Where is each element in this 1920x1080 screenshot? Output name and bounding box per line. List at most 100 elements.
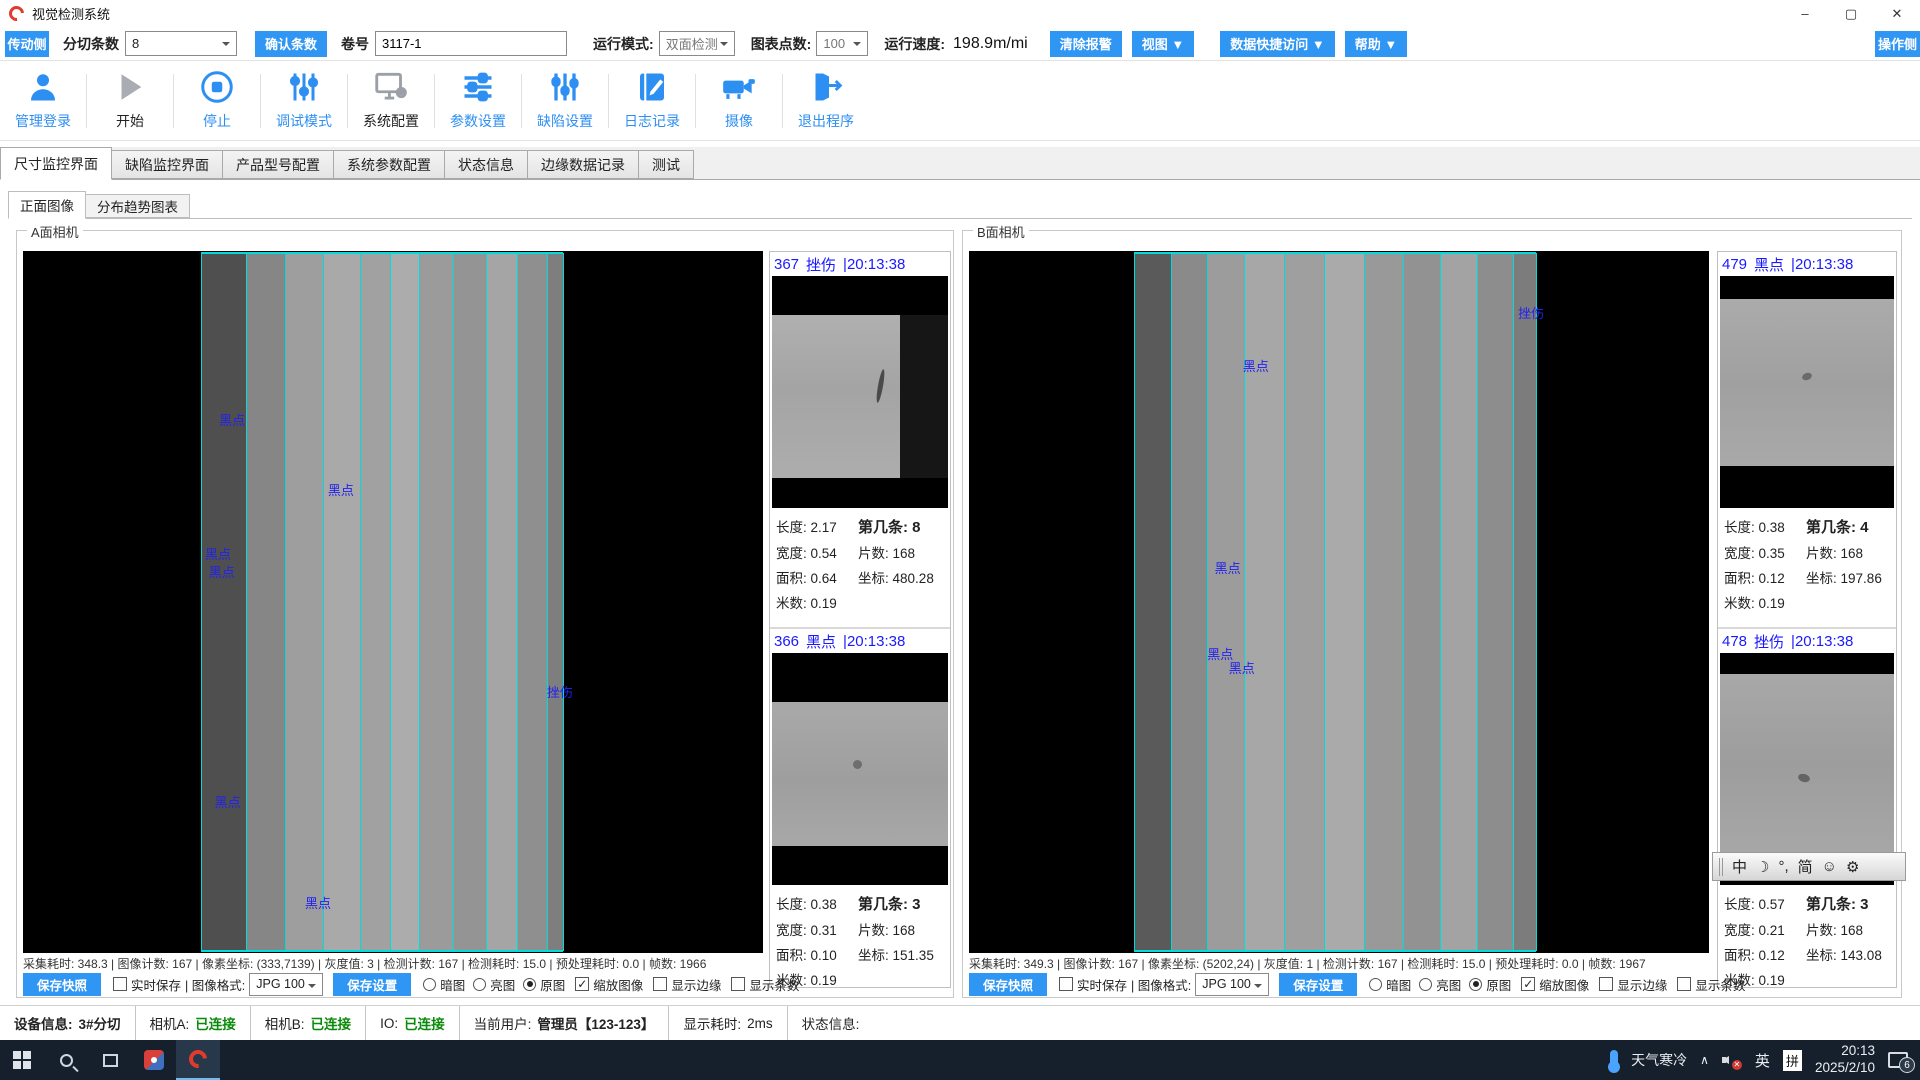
log-record-button[interactable]: 日志记录 — [609, 65, 695, 137]
realtime-save-checkbox[interactable] — [113, 977, 127, 991]
defect-label: 黑点 — [1215, 558, 1241, 577]
strip-boundary-line — [1536, 253, 1537, 951]
show-edge-checkbox[interactable] — [1599, 977, 1613, 991]
start-button[interactable] — [0, 1040, 44, 1080]
material-strip — [1284, 253, 1324, 951]
stop-button[interactable]: 停止 — [174, 65, 260, 137]
save-snapshot-button[interactable]: 保存快照 — [23, 973, 101, 996]
defect-card: 478挫伤|20:13:38 长度: 0.57第几条: 3 宽度: 0.21片数… — [1718, 627, 1896, 987]
windows-taskbar: 天气寒冷 ∧ ✕ 英 拼 20:13 2025/2/10 6 — [0, 1040, 1920, 1080]
bright-image-radio[interactable] — [473, 978, 486, 991]
roll-number-input[interactable] — [375, 31, 567, 56]
ime-grip-handle[interactable] — [1719, 858, 1723, 876]
camera-b-panel: B面相机 挫伤黑点黑点黑点黑点 479黑点|20:13:38 长度: 0.38第… — [962, 230, 1902, 998]
dark-image-radio[interactable] — [423, 978, 436, 991]
chart-points-select[interactable]: 100 — [816, 31, 868, 56]
defect-settings-button[interactable]: 缺陷设置 — [522, 65, 608, 137]
volume-muted-icon[interactable]: ✕ — [1722, 1052, 1742, 1068]
show-strips-checkbox[interactable] — [1677, 977, 1691, 991]
save-snapshot-button[interactable]: 保存快照 — [969, 973, 1047, 996]
save-settings-button[interactable]: 保存设置 — [1279, 973, 1357, 996]
material-strip — [419, 253, 453, 951]
defect-card-header: 367挫伤|20:13:38 — [770, 252, 950, 276]
taskbar-clock[interactable]: 20:13 2025/2/10 — [1815, 1043, 1875, 1077]
camera-icon — [720, 66, 758, 108]
system-config-button[interactable]: 系统配置 — [348, 65, 434, 137]
tab-test[interactable]: 测试 — [639, 150, 694, 179]
app-status-bar: 设备信息:3#分切 相机A:已连接 相机B:已连接 IO:已连接 当前用户:管理… — [0, 1005, 1920, 1040]
strip-boundary-line — [390, 253, 391, 951]
notification-center-icon[interactable]: 6 — [1888, 1052, 1908, 1068]
strip-boundary-line — [1134, 950, 1536, 952]
ime-fullwidth-icon[interactable]: ☽ — [1756, 858, 1769, 876]
stop-icon — [199, 66, 235, 108]
realtime-save-checkbox[interactable] — [1059, 977, 1073, 991]
roll-label: 卷号 — [341, 34, 369, 54]
run-mode-label: 运行模式: — [593, 34, 654, 54]
weather-thermometer-icon[interactable] — [1610, 1050, 1618, 1070]
tab-size-monitor[interactable]: 尺寸监控界面 — [0, 147, 112, 180]
help-menu-button[interactable]: 帮助 ▼ — [1345, 31, 1407, 57]
start-button[interactable]: 开始 — [87, 65, 173, 137]
strip-boundary-line — [547, 253, 548, 951]
debug-mode-button[interactable]: 调试模式 — [261, 65, 347, 137]
operator-side-button[interactable]: 操作侧 — [1875, 31, 1920, 57]
defect-label: 黑点 — [205, 544, 231, 563]
show-strips-checkbox[interactable] — [731, 977, 745, 991]
ime-pinyin-indicator[interactable]: 拼 — [1783, 1050, 1802, 1071]
params-settings-button[interactable]: 参数设置 — [435, 65, 521, 137]
taskbar-search-button[interactable] — [44, 1040, 88, 1080]
weather-text[interactable]: 天气寒冷 — [1631, 1050, 1687, 1070]
task-view-button[interactable] — [88, 1040, 132, 1080]
ime-punctuation-icon[interactable]: °, — [1778, 858, 1788, 875]
ime-emoticon-icon[interactable]: ☺ — [1822, 858, 1837, 875]
ime-chinese-mode[interactable]: 中 — [1732, 856, 1747, 877]
material-strip — [246, 253, 285, 951]
tab-product-model[interactable]: 产品型号配置 — [223, 150, 334, 179]
material-strip — [517, 253, 547, 951]
drive-side-button[interactable]: 传动侧 — [5, 31, 49, 57]
tab-defect-monitor[interactable]: 缺陷监控界面 — [112, 150, 223, 179]
tab-system-params[interactable]: 系统参数配置 — [334, 150, 445, 179]
tray-expand-icon[interactable]: ∧ — [1700, 1053, 1709, 1067]
subtab-front-image[interactable]: 正面图像 — [8, 191, 86, 219]
image-format-select[interactable]: JPG 100 — [249, 973, 323, 996]
run-mode-select[interactable]: 双面检测 — [659, 31, 735, 56]
view-menu-button[interactable]: 视图 ▼ — [1132, 31, 1194, 57]
language-indicator[interactable]: 英 — [1755, 1050, 1770, 1071]
clear-alarm-button[interactable]: 清除报警 — [1050, 31, 1122, 57]
ime-simplified-mode[interactable]: 简 — [1798, 856, 1813, 877]
save-settings-button[interactable]: 保存设置 — [333, 973, 411, 996]
search-icon — [60, 1054, 73, 1067]
maximize-button[interactable]: ▢ — [1828, 0, 1874, 27]
original-image-radio[interactable] — [1469, 978, 1482, 991]
exit-program-button[interactable]: 退出程序 — [783, 65, 869, 137]
ime-language-bar: 中 ☽ °, 简 ☺ ⚙ — [1712, 852, 1906, 881]
params-sliders-icon — [460, 66, 496, 108]
subtab-trend-chart[interactable]: 分布趋势图表 — [86, 194, 190, 218]
image-format-select[interactable]: JPG 100 — [1195, 973, 1269, 996]
ime-settings-icon[interactable]: ⚙ — [1846, 858, 1859, 876]
minimize-button[interactable]: – — [1782, 0, 1828, 27]
camera-a-conn-status: 已连接 — [195, 1013, 236, 1033]
close-button[interactable]: ✕ — [1874, 0, 1920, 27]
data-quick-access-button[interactable]: 数据快捷访问 ▼ — [1220, 31, 1334, 57]
confirm-count-button[interactable]: 确认条数 — [255, 31, 327, 57]
bright-image-radio[interactable] — [1419, 978, 1432, 991]
main-toolbar: 传动侧 分切条数 8 确认条数 卷号 运行模式: 双面检测 图表点数: 100 … — [0, 27, 1920, 61]
slit-count-select[interactable]: 8 — [125, 31, 237, 56]
debug-sliders-icon — [286, 66, 322, 108]
capture-button[interactable]: 摄像 — [696, 65, 782, 137]
taskbar-app-pinned[interactable] — [132, 1040, 176, 1080]
zoom-image-checkbox[interactable]: ✓ — [575, 977, 589, 991]
chart-points-label: 图表点数: — [751, 34, 812, 54]
tab-edge-data[interactable]: 边缘数据记录 — [528, 150, 639, 179]
zoom-image-checkbox[interactable]: ✓ — [1521, 977, 1535, 991]
original-image-radio[interactable] — [523, 978, 536, 991]
admin-login-button[interactable]: 管理登录 — [0, 65, 86, 137]
dark-image-radio[interactable] — [1369, 978, 1382, 991]
show-edge-checkbox[interactable] — [653, 977, 667, 991]
tab-status-info[interactable]: 状态信息 — [445, 150, 528, 179]
defect-label: 挫伤 — [547, 682, 573, 701]
taskbar-app-vision-system[interactable] — [176, 1040, 220, 1080]
